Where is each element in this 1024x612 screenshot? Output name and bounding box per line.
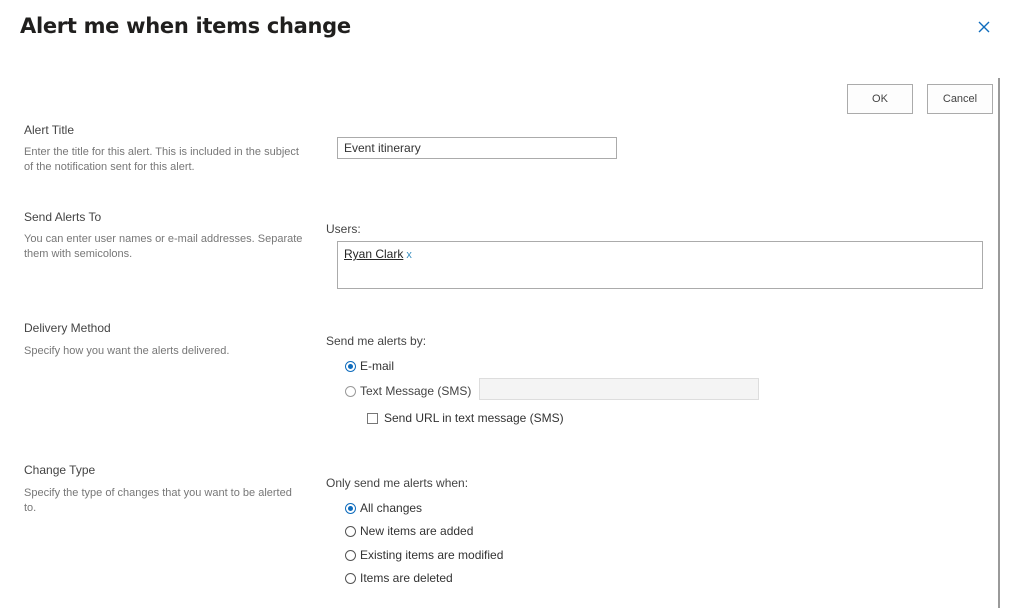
change-option-new[interactable]: New items are added <box>345 524 473 538</box>
remove-user-icon[interactable]: x <box>406 249 412 261</box>
delivery-option-sms-label: Text Message (SMS) <box>360 384 472 398</box>
cancel-button[interactable]: Cancel <box>927 84 993 114</box>
alert-title-description: Enter the title for this alert. This is … <box>24 146 299 173</box>
users-label: Users: <box>326 222 361 236</box>
send-url-label: Send URL in text message (SMS) <box>384 411 564 425</box>
alert-title-heading: Alert Title <box>24 123 75 137</box>
ok-button[interactable]: OK <box>847 84 913 114</box>
delivery-option-email-label: E-mail <box>360 359 395 373</box>
change-option-deleted-label: Items are deleted <box>360 571 453 585</box>
checkbox-icon[interactable] <box>367 412 378 424</box>
vertical-scrollbar[interactable] <box>998 78 1000 608</box>
send-alerts-to-heading: Send Alerts To <box>24 210 102 224</box>
change-type-heading: Change Type <box>24 463 96 477</box>
users-people-picker[interactable]: Ryan Clark x <box>337 241 983 289</box>
delivery-option-email[interactable]: E-mail <box>345 359 394 373</box>
change-option-modified-label: Existing items are modified <box>360 548 504 562</box>
delivery-method-description: Specify how you want the alerts delivere… <box>24 345 230 357</box>
radio-unselected-icon[interactable] <box>345 572 356 584</box>
delivery-option-sms[interactable]: Text Message (SMS) <box>345 384 471 398</box>
sms-number-input[interactable] <box>479 378 759 400</box>
send-url-checkbox-row[interactable]: Send URL in text message (SMS) <box>367 411 564 425</box>
only-send-alerts-label: Only send me alerts when: <box>326 476 469 490</box>
close-icon[interactable] <box>974 18 994 38</box>
change-option-all-label: All changes <box>360 501 423 515</box>
change-option-deleted[interactable]: Items are deleted <box>345 571 453 585</box>
user-chip-name[interactable]: Ryan Clark <box>344 247 403 261</box>
send-alerts-to-description: You can enter user names or e-mail addre… <box>24 233 303 260</box>
change-option-modified[interactable]: Existing items are modified <box>345 548 503 562</box>
send-alerts-by-label: Send me alerts by: <box>326 334 427 348</box>
radio-unselected-icon[interactable] <box>345 525 356 537</box>
alert-title-input[interactable]: Event itinerary <box>337 137 617 159</box>
change-option-all[interactable]: All changes <box>345 501 422 515</box>
radio-selected-icon[interactable] <box>345 502 356 514</box>
change-option-new-label: New items are added <box>360 524 474 538</box>
dialog-title: Alert me when items change <box>20 14 351 38</box>
delivery-method-heading: Delivery Method <box>24 321 111 335</box>
radio-unselected-icon[interactable] <box>345 385 356 397</box>
change-type-description: Specify the type of changes that you wan… <box>24 487 292 514</box>
radio-unselected-icon[interactable] <box>345 549 356 561</box>
close-icon-glyph <box>978 21 990 33</box>
radio-selected-icon[interactable] <box>345 360 356 372</box>
